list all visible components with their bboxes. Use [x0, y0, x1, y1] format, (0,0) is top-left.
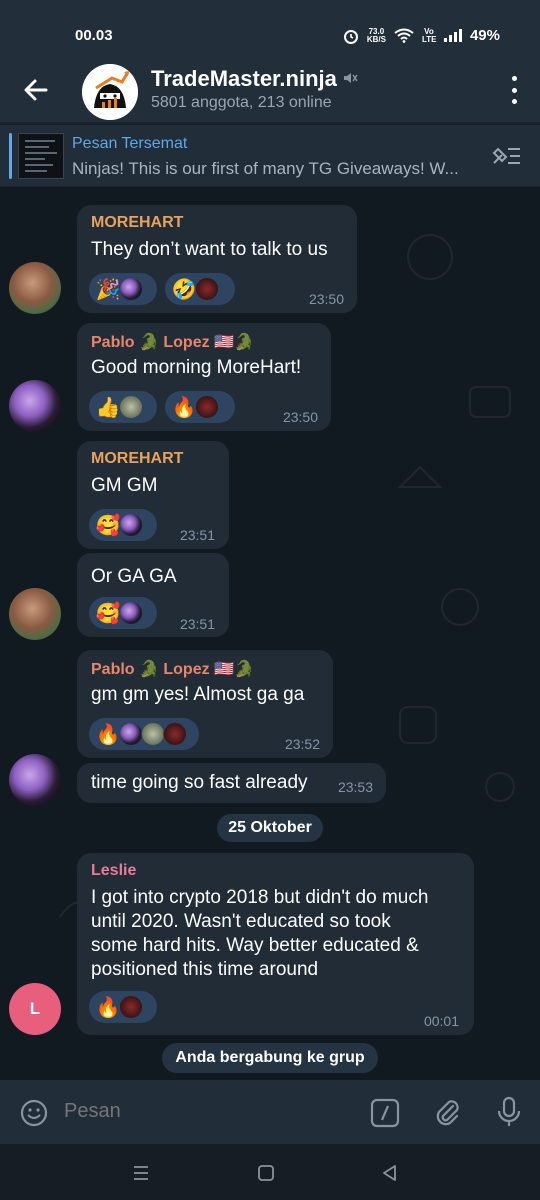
reaction-chip[interactable]: 🔥 — [89, 718, 199, 750]
fire-emoji: 🔥 — [95, 995, 121, 1019]
reactor-avatar — [195, 277, 219, 301]
muted-speaker-icon — [344, 73, 358, 83]
alarm-icon — [343, 29, 358, 44]
date-separator: 25 Oktober — [217, 814, 323, 842]
message-time: 00:01 — [423, 1013, 459, 1029]
message-bubble[interactable]: time going so fast already 23:53 — [77, 763, 386, 803]
reaction-chip[interactable]: 🥰 — [89, 597, 157, 629]
message-text: I got into crypto 2018 but didn't do muc… — [91, 887, 429, 980]
reactor-avatar — [119, 995, 143, 1019]
emoji-icon[interactable] — [19, 1098, 49, 1128]
reactor-avatar — [119, 513, 143, 537]
message-bubble[interactable]: MOREHART They don’t want to talk to us 🎉… — [77, 205, 357, 313]
message-text: GM GM — [91, 475, 158, 496]
sender-name[interactable]: Pablo 🐊 Lopez 🇺🇸🐊 — [91, 332, 254, 352]
reaction-chip[interactable]: 🔥 — [89, 991, 157, 1023]
pinned-list-icon[interactable] — [490, 143, 522, 169]
pinned-text: Ninjas! This is our first of many TG Giv… — [72, 159, 459, 178]
reactor-avatar — [119, 277, 143, 301]
message-time: 23:50 — [308, 291, 344, 307]
group-avatar[interactable] — [82, 64, 138, 120]
message-bubble[interactable]: Leslie I got into crypto 2018 but didn't… — [77, 853, 474, 1035]
status-bar: 00.03 73.0 KB/S Vo LTE 49% — [0, 0, 540, 60]
sender-name[interactable]: Leslie — [91, 862, 136, 880]
message-bubble[interactable]: Pablo 🐊 Lopez 🇺🇸🐊 gm gm yes! Almost ga g… — [77, 650, 333, 758]
home-icon[interactable] — [256, 1163, 276, 1183]
message-time: 23:52 — [284, 736, 320, 752]
smiling-hearts-emoji: 🥰 — [95, 601, 121, 625]
avatar[interactable] — [9, 588, 61, 640]
reactor-avatar — [195, 395, 219, 419]
avatar[interactable] — [9, 262, 61, 314]
avatar[interactable] — [9, 754, 61, 806]
sender-name[interactable]: MOREHART — [91, 214, 183, 232]
smiling-hearts-emoji: 🥰 — [95, 513, 121, 537]
bot-commands-icon[interactable] — [370, 1098, 400, 1128]
chat-area[interactable]: MOREHART They don’t want to talk to us 🎉… — [0, 187, 540, 1080]
service-message: Anda bergabung ke grup — [162, 1043, 378, 1073]
pinned-message-bar[interactable]: Pesan Tersemat Ninjas! This is our first… — [0, 124, 540, 186]
message-text: They don’t want to talk to us — [91, 239, 328, 260]
battery-level: 49% — [469, 27, 500, 44]
message-bubble[interactable]: Or GA GA 🥰 23:51 — [77, 553, 229, 637]
message-text: Or GA GA — [91, 566, 177, 587]
message-text: time going so fast already — [91, 772, 308, 793]
rofl-emoji: 🤣 — [171, 277, 197, 301]
message-bubble[interactable]: MOREHART GM GM 🥰 23:51 — [77, 441, 229, 549]
message-input[interactable] — [64, 1100, 344, 1123]
sender-name[interactable]: Pablo 🐊 Lopez 🇺🇸🐊 — [91, 659, 254, 679]
message-bubble[interactable]: Pablo 🐊 Lopez 🇺🇸🐊 Good morning MoreHart!… — [77, 323, 331, 431]
reaction-chip[interactable]: 🔥 — [165, 391, 235, 423]
signal-icon — [443, 29, 462, 42]
pinned-indicator — [9, 133, 12, 179]
thumbs-up-emoji: 👍 — [95, 395, 121, 419]
member-count: 5801 anggota, 213 online — [151, 94, 332, 111]
net-speed: 73.0 KB/S — [366, 26, 386, 44]
reactor-avatar — [119, 601, 143, 625]
reactor-avatar — [119, 722, 143, 746]
message-time: 23:51 — [179, 616, 215, 632]
ninja-logo-icon — [82, 64, 138, 120]
avatar[interactable] — [9, 380, 61, 432]
reaction-chip[interactable]: 👍 — [89, 391, 157, 423]
volte-label: Vo LTE — [421, 26, 437, 44]
reaction-chip[interactable]: 🎉 — [89, 273, 157, 305]
back-arrow-icon[interactable] — [20, 74, 52, 106]
microphone-icon[interactable] — [496, 1096, 522, 1128]
pinned-thumbnail — [18, 133, 64, 179]
message-input-bar — [0, 1080, 540, 1144]
menu-icon[interactable] — [131, 1163, 151, 1183]
message-time: 23:53 — [337, 779, 373, 795]
more-options-icon[interactable] — [510, 76, 518, 104]
message-text: Good morning MoreHart! — [91, 357, 302, 378]
reaction-chip[interactable]: 🥰 — [89, 509, 157, 541]
fire-emoji: 🔥 — [95, 722, 121, 746]
reactor-avatar — [163, 722, 187, 746]
wifi-icon — [394, 28, 414, 43]
message-time: 23:50 — [282, 409, 318, 425]
attach-icon[interactable] — [432, 1097, 462, 1127]
reactor-avatar — [141, 722, 165, 746]
fire-emoji: 🔥 — [171, 395, 197, 419]
message-time: 23:51 — [179, 527, 215, 543]
group-title: TradeMaster.ninja — [151, 66, 337, 91]
pinned-title: Pesan Tersemat — [72, 135, 188, 152]
status-icons: 73.0 KB/S Vo LTE 49% — [343, 27, 500, 44]
reactor-avatar — [119, 395, 143, 419]
party-emoji: 🎉 — [95, 277, 121, 301]
back-icon[interactable] — [380, 1163, 400, 1183]
message-text: gm gm yes! Almost ga ga — [91, 684, 305, 705]
chat-header: TradeMaster.ninja 5801 anggota, 213 onli… — [0, 60, 540, 122]
system-nav-bar — [0, 1144, 540, 1200]
status-time: 00.03 — [75, 27, 113, 44]
avatar[interactable]: L — [9, 983, 61, 1035]
reaction-chip[interactable]: 🤣 — [165, 273, 235, 305]
sender-name[interactable]: MOREHART — [91, 450, 183, 468]
